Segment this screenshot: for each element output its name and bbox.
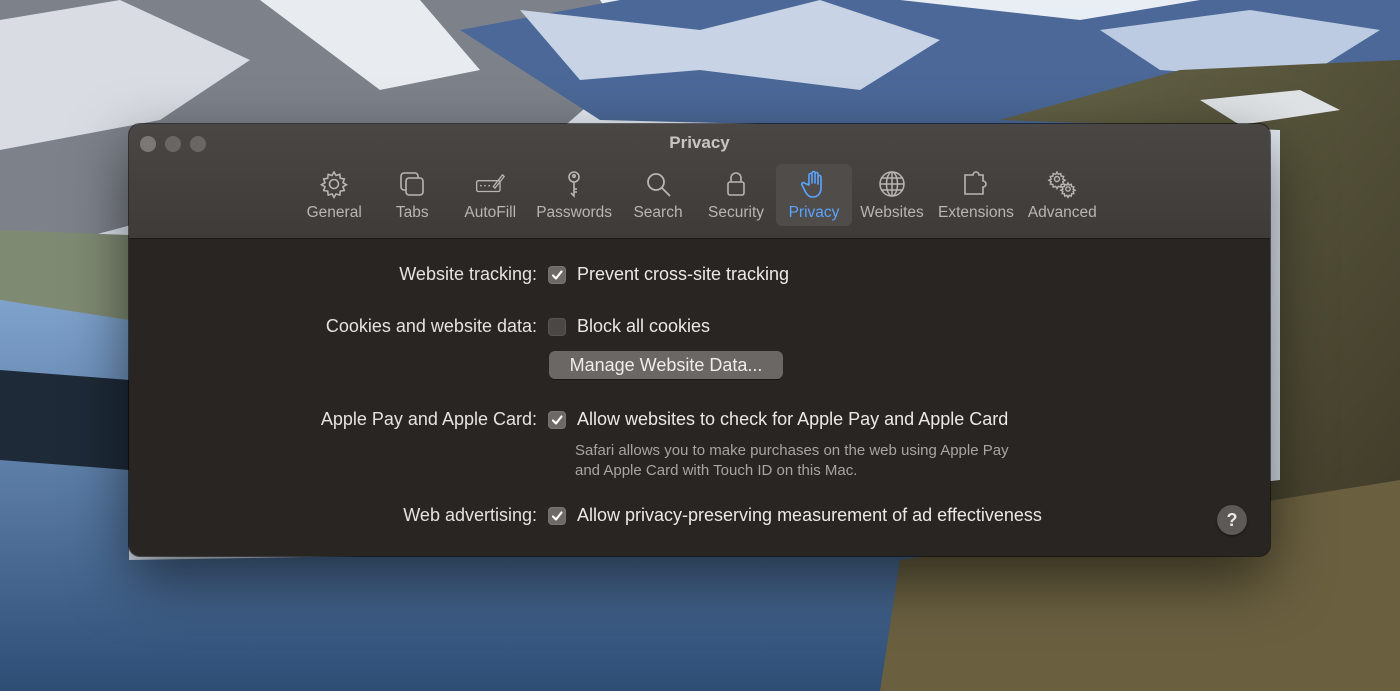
preferences-window: Privacy General Tabs AutoFill Passwords … [129,124,1270,556]
window-title: Privacy [669,133,730,152]
apple-pay-row: Apple Pay and Apple Card: Allow websites… [129,409,1008,430]
tab-privacy[interactable]: Privacy [776,164,853,226]
block-cookies-option[interactable]: Block all cookies [577,316,710,337]
tab-security[interactable]: Security [698,164,774,226]
autofill-icon [474,168,506,200]
ad-measurement-checkbox[interactable] [548,506,566,525]
cookies-row: Cookies and website data: Block all cook… [129,316,710,337]
lock-icon [720,168,752,200]
tab-tabs[interactable]: Tabs [374,164,450,226]
tab-advanced[interactable]: Advanced [1022,164,1103,226]
tab-extensions[interactable]: Extensions [932,164,1020,226]
tab-websites[interactable]: Websites [854,164,930,226]
prevent-tracking-checkbox[interactable] [548,265,566,284]
apple-pay-label: Apple Pay and Apple Card: [320,409,537,429]
website-tracking-row: Website tracking: Prevent cross-site tra… [129,264,789,285]
gear-icon [318,168,350,200]
web-advertising-label: Web advertising: [403,505,537,525]
apple-pay-option[interactable]: Allow websites to check for Apple Pay an… [577,409,1008,430]
gears-icon [1046,168,1078,200]
hand-icon [798,168,830,200]
privacy-pane: Website tracking: Prevent cross-site tra… [129,239,1270,556]
help-button[interactable]: ? [1217,505,1247,535]
globe-icon [876,168,908,200]
apple-pay-checkbox[interactable] [548,410,566,429]
preference-tabs: General Tabs AutoFill Passwords Search S… [129,164,1270,226]
apple-pay-description: Safari allows you to make purchases on t… [575,442,1009,479]
tab-autofill[interactable]: AutoFill [452,164,528,226]
puzzle-icon [960,168,992,200]
ad-measurement-option[interactable]: Allow privacy-preserving measurement of … [577,505,1042,526]
toolbar: Privacy General Tabs AutoFill Passwords … [129,124,1270,239]
prevent-tracking-option[interactable]: Prevent cross-site tracking [577,264,789,285]
web-advertising-row: Web advertising: Allow privacy-preservin… [129,505,1042,526]
tab-general[interactable]: General [296,164,372,226]
tab-search[interactable]: Search [620,164,696,226]
cookies-label: Cookies and website data: [325,316,537,336]
search-icon [642,168,674,200]
tab-passwords[interactable]: Passwords [530,164,618,226]
website-tracking-label: Website tracking: [399,264,537,284]
key-icon [558,168,590,200]
manage-website-data-button[interactable]: Manage Website Data... [549,351,783,379]
tabs-icon [396,168,428,200]
block-cookies-checkbox[interactable] [548,317,566,336]
